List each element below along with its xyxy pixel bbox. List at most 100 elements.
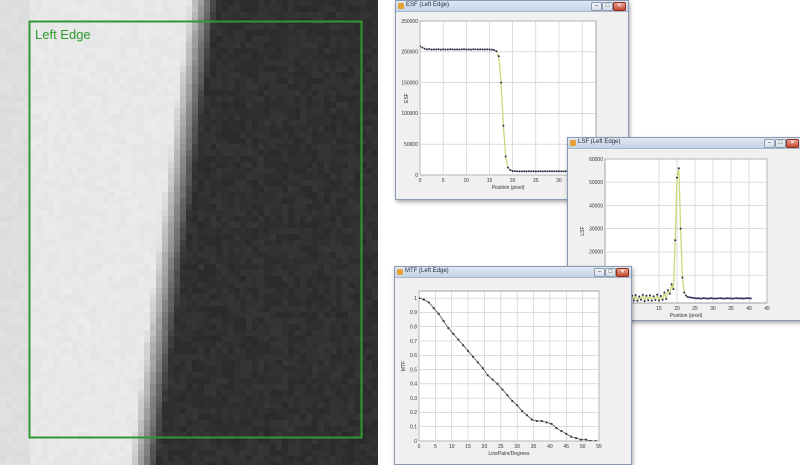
- maximize-button[interactable]: □: [775, 139, 786, 148]
- lsf-data-point: [740, 297, 743, 300]
- mtf-data-point: [486, 374, 489, 377]
- mtf-x-axis-label: LinePairs/Degrees: [488, 451, 530, 457]
- mtf-window-title: MTF (Left Edge): [405, 268, 449, 274]
- esf-data-point: [525, 170, 528, 173]
- lsf-data-point: [724, 297, 727, 300]
- esf-y-tick-label: 250000: [401, 19, 418, 25]
- esf-data-point: [495, 50, 498, 53]
- lsf-data-point: [737, 297, 740, 300]
- esf-data-point: [476, 48, 479, 51]
- maximize-button[interactable]: □: [605, 268, 616, 277]
- esf-data-point: [497, 55, 500, 58]
- close-button[interactable]: ✕: [786, 139, 799, 148]
- lsf-y-tick-label: 50000: [589, 180, 603, 186]
- mtf-window[interactable]: MTF (Left Edge) – □ ✕ 0 5 10 15 20 25 30 35 40 45…: [394, 266, 632, 465]
- lsf-data-point: [685, 294, 687, 297]
- mtf-y-tick-label: 0.2: [410, 410, 417, 416]
- lsf-data-point: [739, 297, 741, 300]
- mtf-data-point: [457, 338, 460, 341]
- lsf-data-point: [712, 297, 714, 300]
- app-icon: [570, 140, 576, 146]
- mtf-chart: 0 5 10 15 20 25 30 35 40 45 50 55 0 0.1 0.2 0.3 0.4 0.5 0.…: [401, 290, 602, 457]
- lsf-data-point: [730, 297, 732, 300]
- mtf-data-point: [427, 301, 430, 304]
- esf-data-point: [430, 48, 433, 51]
- esf-x-tick-label: 25: [533, 178, 539, 184]
- lsf-data-point: [701, 297, 704, 300]
- mtf-x-tick-label: 45: [563, 444, 569, 450]
- esf-data-point: [541, 170, 544, 173]
- esf-data-point: [555, 170, 558, 173]
- app-icon: [398, 3, 404, 9]
- mtf-titlebar[interactable]: MTF (Left Edge) – □ ✕: [395, 267, 631, 278]
- mtf-y-axis-label: MTF: [401, 361, 407, 371]
- mtf-data-point: [535, 419, 538, 423]
- lsf-data-point: [749, 297, 752, 300]
- esf-data-point: [420, 45, 421, 48]
- lsf-data-point: [670, 283, 673, 286]
- esf-data-point: [481, 48, 484, 51]
- close-button[interactable]: ✕: [613, 2, 626, 11]
- lsf-data-point: [645, 294, 648, 297]
- mtf-data-point: [525, 414, 529, 417]
- mtf-y-tick-label: 0.6: [410, 353, 417, 359]
- esf-titlebar[interactable]: ESF (Left Edge) – □ ✕: [396, 1, 628, 12]
- lsf-data-point: [658, 299, 660, 302]
- esf-x-tick-label: 0: [419, 178, 422, 184]
- esf-data-point: [509, 169, 512, 172]
- esf-x-tick-label: 10: [464, 178, 470, 184]
- edge-pixels: [0, 0, 378, 465]
- lsf-data-point: [640, 298, 642, 301]
- esf-data-point: [493, 48, 496, 51]
- maximize-button[interactable]: □: [602, 2, 613, 11]
- mtf-y-tick-label: 0.8: [410, 325, 417, 331]
- mtf-x-tick-label: 40: [547, 444, 553, 450]
- lsf-y-axis-label: LSF: [580, 226, 586, 235]
- lsf-data-point: [681, 276, 684, 279]
- lsf-x-tick-label: 35: [728, 306, 734, 312]
- mtf-y-tick-label: 0.7: [410, 339, 417, 345]
- esf-data-point: [490, 48, 493, 51]
- mtf-data-point: [560, 429, 563, 433]
- esf-y-axis-label: ESF: [404, 93, 410, 103]
- lsf-data-point: [652, 295, 655, 298]
- esf-data-point: [479, 48, 482, 51]
- edge-image-view[interactable]: Left Edge: [0, 0, 378, 465]
- mtf-data-point: [589, 439, 592, 441]
- lsf-data-point: [663, 291, 666, 294]
- lsf-data-point: [703, 297, 705, 300]
- minimize-button[interactable]: –: [764, 139, 775, 148]
- lsf-data-point: [634, 294, 637, 297]
- esf-data-point: [435, 48, 438, 51]
- lsf-data-point: [733, 297, 736, 300]
- lsf-y-tick-label: 20000: [589, 250, 603, 256]
- lsf-x-tick-label: 30: [710, 306, 716, 312]
- minimize-button[interactable]: –: [591, 2, 602, 11]
- lsf-y-tick-label: 60000: [589, 157, 603, 163]
- esf-data-point: [458, 48, 461, 51]
- esf-x-axis-label: Position (pixel): [492, 185, 525, 191]
- mtf-y-tick-label: 0.9: [410, 310, 417, 316]
- mtf-y-tick-label: 0.4: [410, 382, 417, 388]
- lsf-data-point: [708, 297, 711, 300]
- lsf-data-point: [695, 297, 698, 300]
- esf-data-point: [451, 48, 454, 51]
- close-button[interactable]: ✕: [616, 268, 629, 277]
- esf-y-tick-label: 0: [415, 173, 418, 179]
- mtf-data-point: [476, 361, 480, 364]
- mtf-data-point: [584, 438, 588, 441]
- lsf-window-title: LSF (Left Edge): [578, 139, 621, 145]
- mtf-data-point: [545, 421, 548, 424]
- mtf-data-point: [540, 419, 543, 423]
- lsf-x-tick-label: 45: [764, 306, 770, 312]
- mtf-y-tick-label: 0.3: [410, 396, 417, 402]
- lsf-titlebar[interactable]: LSF (Left Edge) – □ ✕: [568, 138, 800, 149]
- mtf-x-tick-label: 25: [498, 444, 504, 450]
- minimize-button[interactable]: –: [594, 268, 605, 277]
- mtf-x-tick-label: 5: [434, 444, 437, 450]
- lsf-data-point: [683, 291, 686, 294]
- esf-data-point: [423, 47, 426, 50]
- esf-data-point: [500, 81, 503, 84]
- mtf-data-point: [422, 298, 426, 301]
- lsf-data-point: [650, 299, 653, 302]
